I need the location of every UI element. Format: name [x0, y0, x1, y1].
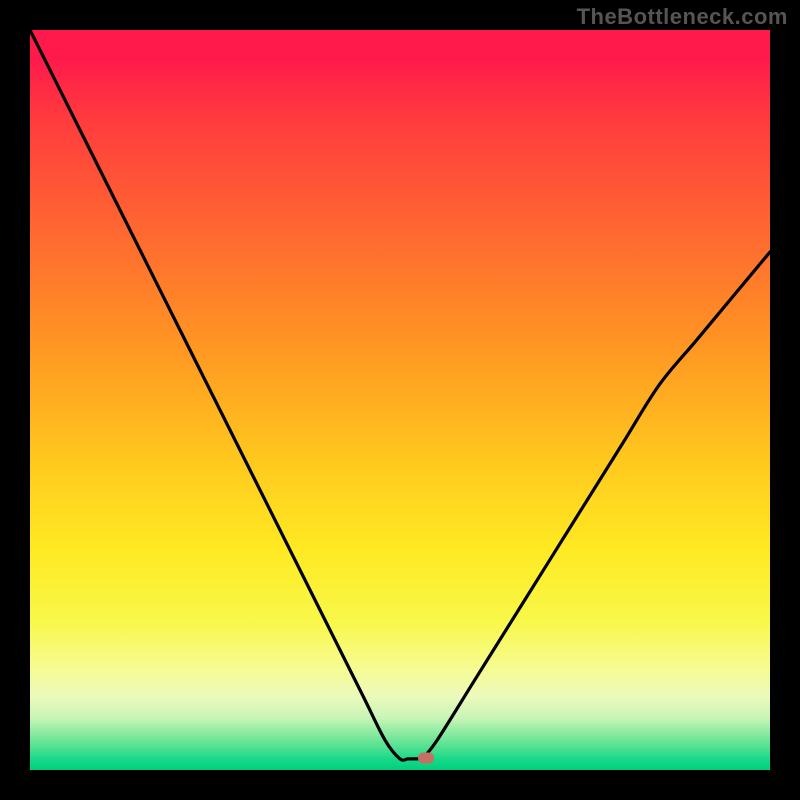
bottleneck-curve	[30, 30, 770, 770]
plot-area	[30, 30, 770, 770]
minimum-marker-icon	[418, 753, 434, 764]
chart-frame: TheBottleneck.com	[0, 0, 800, 800]
watermark-text: TheBottleneck.com	[577, 4, 788, 30]
curve-line	[30, 30, 770, 760]
